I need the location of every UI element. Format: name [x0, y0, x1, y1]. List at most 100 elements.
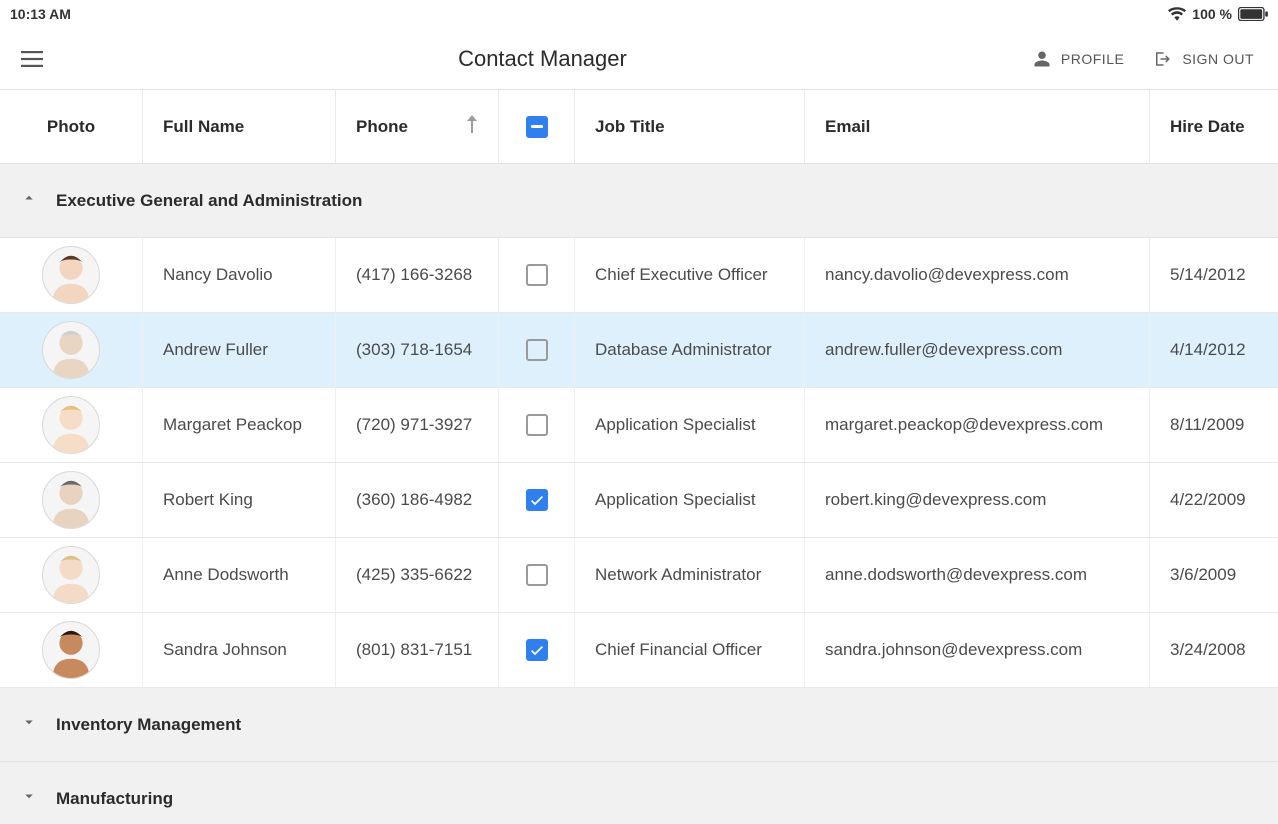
cell-jobtitle: Database Administrator: [575, 313, 805, 387]
avatar: [42, 246, 100, 304]
cell-hiredate: 8/11/2009: [1150, 388, 1278, 462]
cell-email: anne.dodsworth@devexpress.com: [805, 538, 1150, 612]
cell-photo: [0, 538, 143, 612]
col-header-phone-label: Phone: [356, 117, 408, 137]
avatar: [42, 546, 100, 604]
cell-fullname: Sandra Johnson: [143, 613, 336, 687]
table-row[interactable]: Andrew Fuller (303) 718-1654 Database Ad…: [0, 313, 1278, 388]
cell-jobtitle: Application Specialist: [575, 463, 805, 537]
cell-select: [499, 313, 575, 387]
profile-label: PROFILE: [1061, 51, 1124, 67]
avatar: [42, 621, 100, 679]
signout-button[interactable]: SIGN OUT: [1152, 50, 1254, 68]
col-header-jobtitle-label: Job Title: [595, 117, 665, 137]
table-row[interactable]: Robert King (360) 186-4982 Application S…: [0, 463, 1278, 538]
cell-hiredate: 4/14/2012: [1150, 313, 1278, 387]
status-right: 100 %: [1168, 6, 1268, 22]
table-row[interactable]: Sandra Johnson (801) 831-7151 Chief Fina…: [0, 613, 1278, 688]
cell-phone: (720) 971-3927: [336, 388, 499, 462]
row-checkbox[interactable]: [526, 264, 548, 286]
cell-jobtitle: Chief Financial Officer: [575, 613, 805, 687]
cell-select: [499, 538, 575, 612]
cell-phone: (801) 831-7151: [336, 613, 499, 687]
status-time: 10:13 AM: [10, 6, 71, 22]
cell-select: [499, 388, 575, 462]
cell-hiredate: 3/24/2008: [1150, 613, 1278, 687]
row-checkbox[interactable]: [526, 564, 548, 586]
cell-jobtitle: Chief Executive Officer: [575, 238, 805, 312]
row-checkbox[interactable]: [526, 489, 548, 511]
menu-button[interactable]: [12, 39, 52, 79]
cell-email: robert.king@devexpress.com: [805, 463, 1150, 537]
select-all-checkbox[interactable]: [526, 116, 548, 138]
cell-photo: [0, 463, 143, 537]
table-row[interactable]: Nancy Davolio (417) 166-3268 Chief Execu…: [0, 238, 1278, 313]
cell-photo: [0, 388, 143, 462]
cell-email: andrew.fuller@devexpress.com: [805, 313, 1150, 387]
group-row[interactable]: Manufacturing: [0, 762, 1278, 824]
cell-photo: [0, 313, 143, 387]
col-header-phone[interactable]: Phone: [336, 90, 499, 163]
row-checkbox[interactable]: [526, 414, 548, 436]
contacts-table: Photo Full Name Phone Job Title Email Hi…: [0, 90, 1278, 824]
table-body: Executive General and Administration Nan…: [0, 164, 1278, 824]
cell-hiredate: 4/22/2009: [1150, 463, 1278, 537]
signout-icon: [1152, 50, 1172, 68]
col-header-jobtitle[interactable]: Job Title: [575, 90, 805, 163]
col-header-fullname-label: Full Name: [163, 117, 244, 137]
col-header-hiredate-label: Hire Date: [1170, 117, 1245, 137]
cell-select: [499, 463, 575, 537]
cell-fullname: Margaret Peackop: [143, 388, 336, 462]
cell-fullname: Andrew Fuller: [143, 313, 336, 387]
col-header-email-label: Email: [825, 117, 870, 137]
sort-asc-icon: [466, 115, 478, 138]
table-header: Photo Full Name Phone Job Title Email Hi…: [0, 90, 1278, 164]
profile-button[interactable]: PROFILE: [1033, 50, 1124, 68]
table-row[interactable]: Margaret Peackop (720) 971-3927 Applicat…: [0, 388, 1278, 463]
cell-jobtitle: Network Administrator: [575, 538, 805, 612]
cell-email: sandra.johnson@devexpress.com: [805, 613, 1150, 687]
signout-label: SIGN OUT: [1182, 51, 1254, 67]
row-checkbox[interactable]: [526, 639, 548, 661]
cell-hiredate: 5/14/2012: [1150, 238, 1278, 312]
person-icon: [1033, 50, 1051, 68]
col-header-photo[interactable]: Photo: [0, 90, 143, 163]
top-actions: PROFILE SIGN OUT: [1033, 50, 1266, 68]
cell-photo: [0, 613, 143, 687]
group-label: Manufacturing: [56, 789, 173, 809]
group-row[interactable]: Inventory Management: [0, 688, 1278, 762]
cell-select: [499, 613, 575, 687]
cell-fullname: Anne Dodsworth: [143, 538, 336, 612]
cell-fullname: Nancy Davolio: [143, 238, 336, 312]
battery-icon: [1238, 7, 1268, 21]
battery-percent: 100 %: [1192, 6, 1232, 22]
group-label: Inventory Management: [56, 715, 241, 735]
avatar: [42, 471, 100, 529]
chevron-down-icon: [20, 787, 38, 810]
hamburger-icon: [21, 51, 43, 67]
cell-phone: (425) 335-6622: [336, 538, 499, 612]
col-header-fullname[interactable]: Full Name: [143, 90, 336, 163]
col-header-hiredate[interactable]: Hire Date: [1150, 90, 1278, 163]
chevron-down-icon: [20, 713, 38, 736]
col-header-email[interactable]: Email: [805, 90, 1150, 163]
cell-phone: (417) 166-3268: [336, 238, 499, 312]
page-title: Contact Manager: [52, 46, 1033, 72]
cell-email: nancy.davolio@devexpress.com: [805, 238, 1150, 312]
chevron-up-icon: [20, 189, 38, 212]
cell-jobtitle: Application Specialist: [575, 388, 805, 462]
cell-hiredate: 3/6/2009: [1150, 538, 1278, 612]
col-header-select[interactable]: [499, 90, 575, 163]
group-label: Executive General and Administration: [56, 191, 362, 211]
status-bar: 10:13 AM 100 %: [0, 0, 1278, 28]
group-row[interactable]: Executive General and Administration: [0, 164, 1278, 238]
col-header-photo-label: Photo: [47, 117, 95, 137]
cell-phone: (303) 718-1654: [336, 313, 499, 387]
cell-phone: (360) 186-4982: [336, 463, 499, 537]
cell-photo: [0, 238, 143, 312]
cell-email: margaret.peackop@devexpress.com: [805, 388, 1150, 462]
row-checkbox[interactable]: [526, 339, 548, 361]
cell-fullname: Robert King: [143, 463, 336, 537]
table-row[interactable]: Anne Dodsworth (425) 335-6622 Network Ad…: [0, 538, 1278, 613]
cell-select: [499, 238, 575, 312]
